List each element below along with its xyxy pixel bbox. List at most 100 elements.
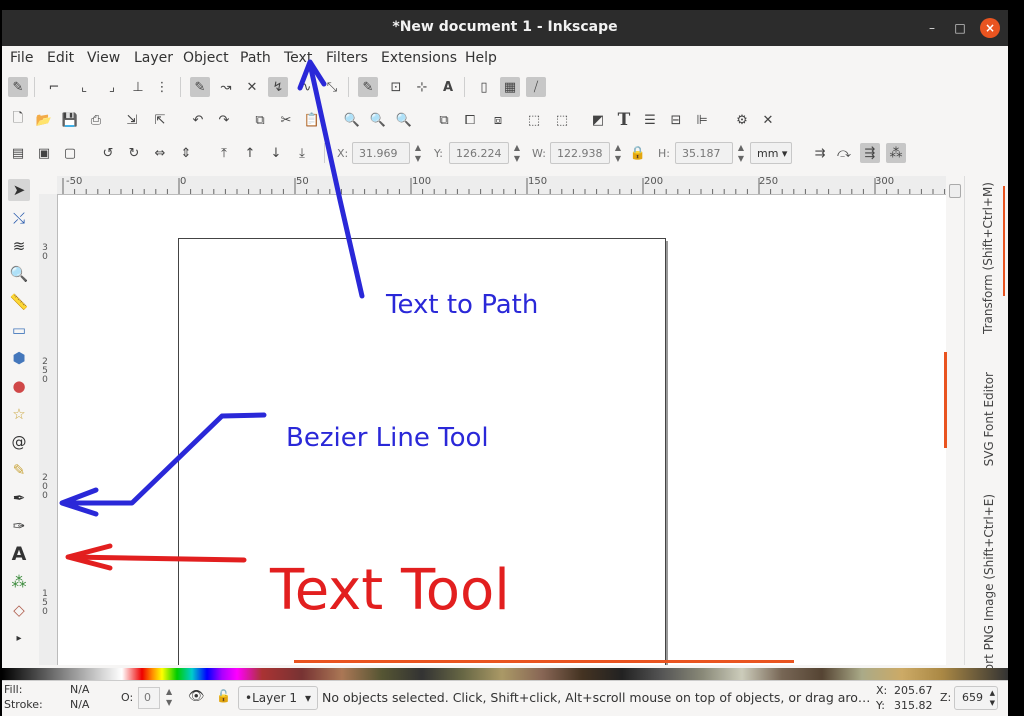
duplicate-icon[interactable]: ⧉: [434, 110, 454, 130]
layer-select[interactable]: •Layer 1 ▾: [238, 686, 318, 710]
raise-icon[interactable]: ↑: [240, 143, 260, 163]
menu-help[interactable]: Help: [465, 50, 497, 66]
open-icon[interactable]: 📂: [34, 110, 54, 130]
ellipse-tool-icon[interactable]: ●: [8, 375, 30, 397]
snap-center-icon[interactable]: ⊡: [386, 77, 406, 97]
maximize-button[interactable]: □: [950, 18, 970, 38]
scale-corners-icon[interactable]: ⤼: [834, 143, 854, 163]
xml-editor-icon[interactable]: ⊟: [666, 110, 686, 130]
zoom-page-icon[interactable]: 🔍: [394, 110, 414, 130]
snap-bbox-edge-icon[interactable]: ⌞: [74, 77, 94, 97]
snap-intersection-icon[interactable]: ✕: [242, 77, 262, 97]
horizontal-scrollbar-thumb[interactable]: [294, 660, 794, 663]
new-document-icon[interactable]: 🗋: [8, 110, 28, 130]
minimize-button[interactable]: –: [922, 18, 942, 38]
snap-bbox-icon[interactable]: ⌐: [44, 77, 64, 97]
fill-stroke-icon[interactable]: ◩: [588, 110, 608, 130]
snap-bbox-corner-icon[interactable]: ⌟: [102, 77, 122, 97]
layers-icon[interactable]: ☰: [640, 110, 660, 130]
opacity-input[interactable]: 0: [138, 687, 160, 709]
preferences-icon[interactable]: ⚙: [732, 110, 752, 130]
menu-view[interactable]: View: [87, 50, 120, 66]
deselect-icon[interactable]: ▢: [60, 143, 80, 163]
scroll-corner-button[interactable]: [949, 184, 961, 198]
cut-icon[interactable]: ✂: [276, 110, 296, 130]
selector-tool-icon[interactable]: ➤: [8, 179, 30, 201]
zoom-selection-icon[interactable]: 🔍: [342, 110, 362, 130]
snap-enable-icon[interactable]: ✎: [8, 77, 28, 97]
x-spinner[interactable]: ▲ ▼: [412, 142, 424, 164]
snap-bbox-center-icon[interactable]: ⋮: [152, 77, 172, 97]
rectangle-tool-icon[interactable]: ▭: [8, 319, 30, 341]
menu-layer[interactable]: Layer: [134, 50, 173, 66]
paste-icon[interactable]: 📋: [302, 110, 322, 130]
select-all-layers-icon[interactable]: ▣: [34, 143, 54, 163]
zoom-tool-icon[interactable]: 🔍: [8, 263, 30, 285]
calligraphy-tool-icon[interactable]: ✑: [8, 515, 30, 537]
dock-tab-export-png[interactable]: Export PNG Image (Shift+Ctrl+E): [982, 494, 996, 694]
y-spinner[interactable]: ▲ ▼: [511, 142, 523, 164]
redo-icon[interactable]: ↷: [214, 110, 234, 130]
spiral-tool-icon[interactable]: @: [8, 431, 30, 453]
w-input[interactable]: 122.938: [550, 142, 610, 164]
toggle-lock-icon[interactable]: 🔓: [216, 689, 231, 703]
group-icon[interactable]: ⬚: [524, 110, 544, 130]
menu-filters[interactable]: Filters: [326, 50, 368, 66]
tweak-tool-icon[interactable]: ≋: [8, 235, 30, 257]
toolbox-more-icon[interactable]: ▸: [8, 627, 30, 649]
rotate-ccw-icon[interactable]: ↺: [98, 143, 118, 163]
ungroup-icon[interactable]: ⬚: [552, 110, 572, 130]
snap-others-icon[interactable]: ✎: [358, 77, 378, 97]
vertical-scrollbar[interactable]: [944, 176, 964, 665]
document-properties-icon[interactable]: ✕: [758, 110, 778, 130]
move-gradients-icon[interactable]: ⇶: [860, 143, 880, 163]
text-font-icon[interactable]: T: [614, 110, 634, 130]
clone-icon[interactable]: ⧠: [460, 110, 480, 130]
fill-value[interactable]: N/A: [70, 683, 89, 696]
menu-path[interactable]: Path: [240, 50, 271, 66]
close-button[interactable]: ×: [980, 18, 1000, 38]
export-icon[interactable]: ⇱: [150, 110, 170, 130]
h-input[interactable]: 35.187: [675, 142, 733, 164]
node-tool-icon[interactable]: ⤯: [8, 207, 30, 229]
star-tool-icon[interactable]: ☆: [8, 403, 30, 425]
raise-to-top-icon[interactable]: ⤒: [214, 143, 234, 163]
snap-grid-icon[interactable]: ▦: [500, 77, 520, 97]
lock-icon[interactable]: 🔒: [628, 143, 648, 163]
menu-object[interactable]: Object: [183, 50, 229, 66]
bezier-tool-icon[interactable]: ✒: [8, 487, 30, 509]
text-tool-icon[interactable]: A: [8, 543, 30, 565]
zoom-drawing-icon[interactable]: 🔍: [368, 110, 388, 130]
import-icon[interactable]: ⇲: [122, 110, 142, 130]
y-input[interactable]: 126.224: [449, 142, 509, 164]
dock-tab-transform[interactable]: Transform (Shift+Ctrl+M): [981, 182, 995, 334]
unlink-clone-icon[interactable]: ⧈: [488, 110, 508, 130]
lower-icon[interactable]: ↓: [266, 143, 286, 163]
flip-horizontal-icon[interactable]: ⇔: [150, 143, 170, 163]
snap-page-icon[interactable]: ▯: [474, 77, 494, 97]
print-icon[interactable]: ⎙: [86, 110, 106, 130]
snap-nodes-icon[interactable]: ✎: [190, 77, 210, 97]
3d-box-tool-icon[interactable]: ⬢: [8, 347, 30, 369]
snap-bbox-midpoint-icon[interactable]: ⊥: [128, 77, 148, 97]
copy-icon[interactable]: ⧉: [250, 110, 270, 130]
toggle-visibility-icon[interactable]: 👁: [188, 689, 205, 704]
scale-stroke-icon[interactable]: ⇉: [810, 143, 830, 163]
unit-select[interactable]: mm ▾: [750, 142, 792, 164]
align-distribute-icon[interactable]: ⊫: [692, 110, 712, 130]
snap-text-baseline-icon[interactable]: A: [438, 77, 458, 97]
zoom-input[interactable]: 659 ▲ ▼: [954, 686, 998, 710]
dock-tab-svg-font-editor[interactable]: SVG Font Editor: [982, 372, 996, 466]
menu-file[interactable]: File: [10, 50, 33, 66]
undo-icon[interactable]: ↶: [188, 110, 208, 130]
snap-path-icon[interactable]: ↝: [216, 77, 236, 97]
snap-cusp-icon[interactable]: ↯: [268, 77, 288, 97]
flip-vertical-icon[interactable]: ⇕: [176, 143, 196, 163]
measure-tool-icon[interactable]: 📏: [8, 291, 30, 313]
lower-to-bottom-icon[interactable]: ⤓: [292, 143, 312, 163]
stroke-value[interactable]: N/A: [70, 698, 89, 711]
snap-smooth-icon[interactable]: ∿: [296, 77, 316, 97]
opacity-spinner[interactable]: ▲ ▼: [166, 686, 172, 708]
menu-extensions[interactable]: Extensions: [381, 50, 457, 66]
eraser-tool-icon[interactable]: ◇: [8, 599, 30, 621]
